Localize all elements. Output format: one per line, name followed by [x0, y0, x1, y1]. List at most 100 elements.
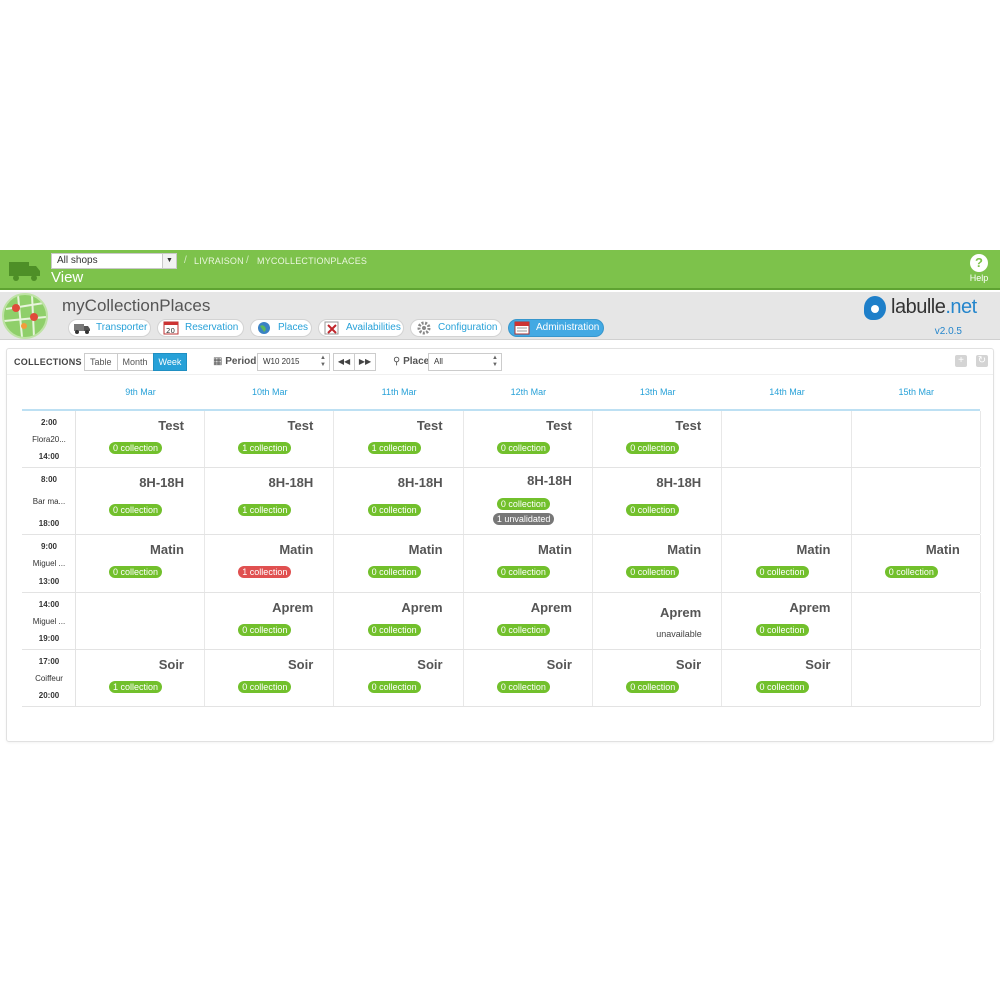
slot-title: Soir	[158, 657, 184, 672]
collection-count-badge[interactable]: 0 collection	[496, 566, 550, 578]
collection-count-badge[interactable]: 1 collection	[109, 681, 163, 693]
tab-reservation[interactable]: 20 Reservation	[157, 319, 244, 337]
calendar-cell[interactable]: Matin 0 collection	[335, 535, 464, 592]
calendar-cell[interactable]: Matin 0 collection	[76, 535, 205, 592]
collection-count-badge[interactable]: 1 collection	[238, 442, 292, 454]
refresh-icon[interactable]: ↻	[976, 355, 988, 367]
view-week-button[interactable]: Week	[152, 353, 188, 371]
calendar-icon: ▦	[213, 356, 223, 367]
slot-end-time: 18:00	[38, 519, 60, 528]
view-month-button[interactable]: Month	[116, 353, 154, 371]
slot-end-time: 19:00	[38, 634, 60, 643]
collection-count-badge[interactable]: 1 collection	[367, 442, 421, 454]
collection-count-badge[interactable]: 0 collection	[496, 624, 550, 636]
collection-count-badge[interactable]: 0 collection	[238, 624, 292, 636]
collection-count-badge[interactable]: 0 collection	[626, 442, 680, 454]
calendar-cell	[723, 468, 852, 534]
calendar-cell[interactable]: Soir 0 collection	[464, 650, 593, 706]
calendar-row: 8:00 Bar ma... 18:00 8H-18H 0 collection 8H-1…	[22, 468, 981, 535]
tab-configuration[interactable]: Configuration	[410, 319, 502, 337]
calendar-cell[interactable]: Soir 0 collection	[205, 650, 335, 706]
collection-count-badge[interactable]: 0 collection	[884, 566, 938, 578]
collection-count-badge[interactable]: 0 collection	[496, 442, 550, 454]
updown-arrow-icon: ▲ ▼	[492, 355, 498, 368]
collection-count-badge[interactable]: 0 collection	[367, 566, 421, 578]
calendar-cell[interactable]: Aprem 0 collection	[335, 593, 464, 649]
calendar-cell[interactable]: Matin 0 collection	[852, 535, 981, 592]
place-select-value: All	[434, 357, 443, 366]
calendar-cell[interactable]: 8H-18H 0 collection	[335, 468, 464, 534]
calendar-cell[interactable]: Aprem unavailable	[593, 593, 723, 649]
collection-count-badge[interactable]: 0 collection	[367, 504, 421, 516]
panel-title: COLLECTIONS	[14, 357, 82, 367]
gear-icon	[415, 321, 433, 335]
calendar-cell[interactable]: Matin 1 collection	[205, 535, 335, 592]
calendar-cell[interactable]: Test 1 collection	[335, 411, 464, 467]
collection-count-badge[interactable]: 0 collection	[367, 624, 421, 636]
top-bar: All shops ▼ / LIVRAISON / MYCOLLECTIONPL…	[0, 250, 1000, 290]
previous-period-button[interactable]: ◀◀	[333, 353, 355, 371]
calendar-cell[interactable]: Soir 0 collection	[335, 650, 464, 706]
slot-start-time: 17:00	[38, 657, 60, 666]
calendar-cell[interactable]: Aprem 0 collection	[464, 593, 593, 649]
add-icon[interactable]: +	[955, 355, 967, 367]
calendar-cell[interactable]: 8H-18H 0 collection	[593, 468, 723, 534]
calendar-cell[interactable]: Aprem 0 collection	[723, 593, 852, 649]
calendar-cell[interactable]: Test 0 collection	[464, 411, 593, 467]
day-header: 15th Mar	[898, 387, 935, 397]
next-period-button[interactable]: ▶▶	[354, 353, 376, 371]
tab-transporter[interactable]: Transporter	[68, 319, 151, 337]
collection-count-badge[interactable]: 0 collection	[755, 566, 809, 578]
calendar-cell[interactable]: Soir 0 collection	[723, 650, 852, 706]
calendar-cell[interactable]: Soir 1 collection	[76, 650, 205, 706]
calendar-cell[interactable]: 8H-18H 0 collection 1 unvalidated	[464, 468, 593, 534]
slot-start-time: 8:00	[40, 475, 57, 484]
shop-select[interactable]: All shops ▼	[51, 253, 177, 269]
collection-count-badge[interactable]: 1 collection	[238, 566, 292, 578]
place-select[interactable]: All ▲ ▼	[428, 353, 502, 371]
unvalidated-badge[interactable]: 1 unvalidated	[492, 513, 555, 525]
slot-start-time: 9:00	[40, 542, 57, 551]
tab-transporter-label: Transporter	[96, 322, 148, 333]
collection-count-badge[interactable]: 0 collection	[109, 566, 163, 578]
tab-administration[interactable]: Administration	[508, 319, 604, 337]
slot-end-time: 20:00	[38, 691, 60, 700]
collection-count-badge[interactable]: 0 collection	[109, 504, 163, 516]
truck-icon	[73, 321, 91, 335]
collection-count-badge[interactable]: 0 collection	[496, 681, 550, 693]
calendar-row: 9:00 Miguel ... 13:00 Matin 0 collection Mati…	[22, 535, 981, 593]
period-label: ▦ Period	[213, 356, 256, 367]
collection-count-badge[interactable]: 0 collection	[626, 566, 680, 578]
calendar-cell[interactable]: Aprem 0 collection	[205, 593, 335, 649]
collection-count-badge[interactable]: 0 collection	[755, 624, 809, 636]
tab-places[interactable]: Places	[250, 319, 312, 337]
calendar-cell[interactable]: Soir 0 collection	[593, 650, 723, 706]
period-select[interactable]: W10 2015 ▲ ▼	[257, 353, 330, 371]
collection-count-badge[interactable]: 1 collection	[238, 504, 292, 516]
calendar-cell[interactable]: Test 0 collection	[76, 411, 205, 467]
calendar-cell[interactable]: Test 0 collection	[593, 411, 723, 467]
calendar-cell[interactable]: Matin 0 collection	[464, 535, 593, 592]
collection-count-badge[interactable]: 0 collection	[626, 681, 680, 693]
breadcrumb-mycollectionplaces[interactable]: MYCOLLECTIONPLACES	[257, 256, 367, 266]
collection-count-badge[interactable]: 0 collection	[109, 442, 163, 454]
slot-title: Soir	[417, 657, 443, 672]
view-table-button[interactable]: Table	[84, 353, 118, 371]
collection-count-badge[interactable]: 0 collection	[496, 498, 550, 510]
breadcrumb-livraison[interactable]: LIVRAISON	[194, 256, 244, 266]
calendar-cell[interactable]: Matin 0 collection	[723, 535, 852, 592]
calendar-cell[interactable]: Test 1 collection	[205, 411, 335, 467]
slot-title: 8H-18H	[268, 475, 314, 490]
updown-arrow-icon: ▲ ▼	[320, 355, 326, 368]
help-button[interactable]: ? Help	[967, 254, 991, 283]
collection-count-badge[interactable]: 0 collection	[238, 681, 292, 693]
collection-count-badge[interactable]: 0 collection	[626, 504, 680, 516]
calendar-cell[interactable]: 8H-18H 0 collection	[76, 468, 205, 534]
place-name: Miguel ...	[32, 617, 66, 626]
tab-availabilities[interactable]: Availabilities	[318, 319, 404, 337]
brand-name-a: labulle	[891, 296, 946, 318]
collection-count-badge[interactable]: 0 collection	[367, 681, 421, 693]
calendar-cell[interactable]: 8H-18H 1 collection	[205, 468, 335, 534]
calendar-cell[interactable]: Matin 0 collection	[593, 535, 723, 592]
collection-count-badge[interactable]: 0 collection	[755, 681, 809, 693]
